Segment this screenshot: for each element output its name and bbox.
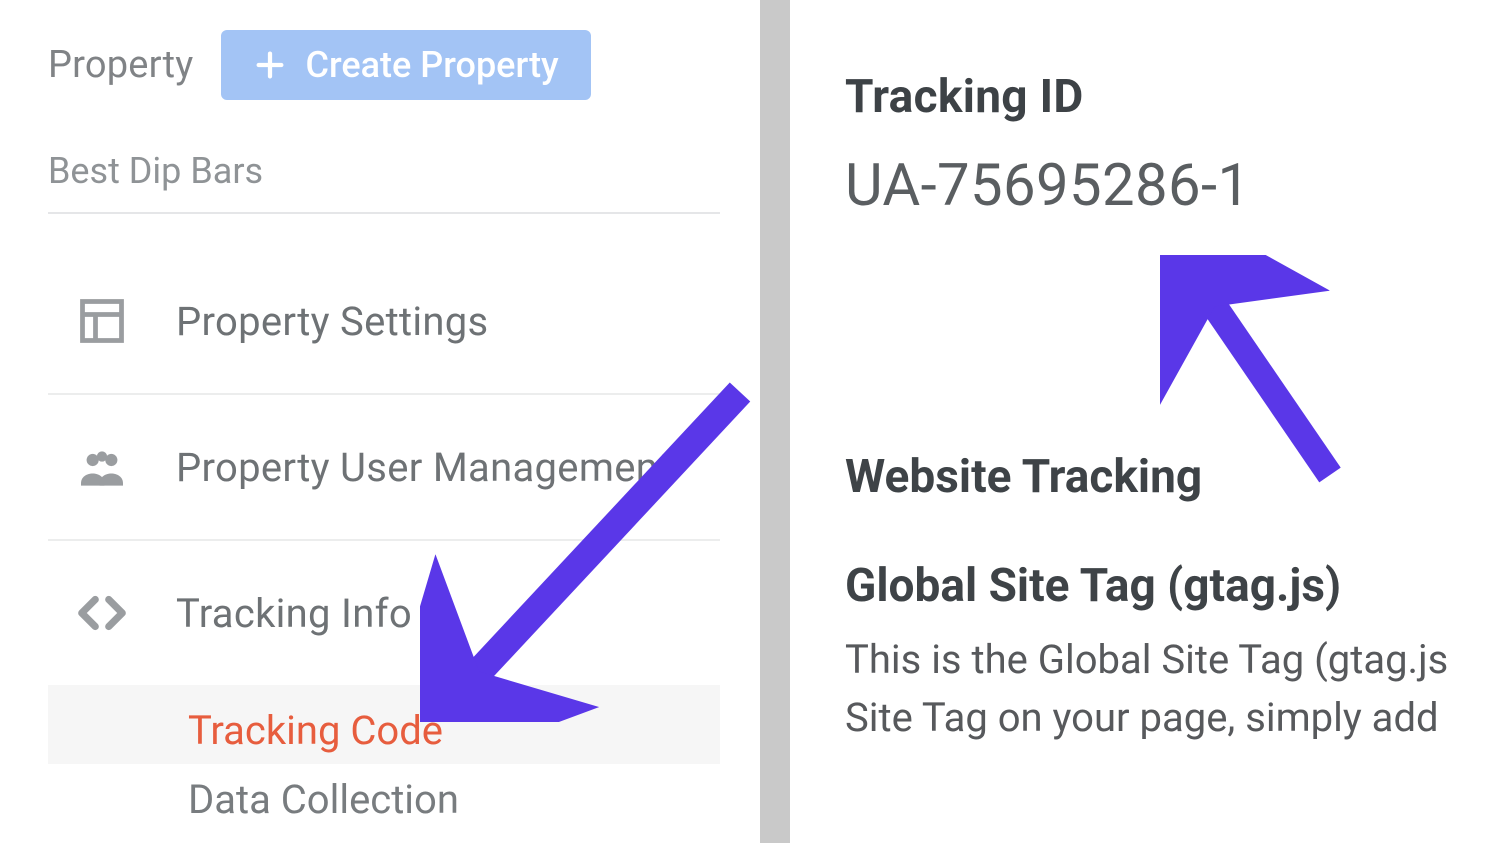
submenu-item-tracking-code[interactable]: Tracking Code: [48, 685, 720, 764]
menu-item-label: Tracking Info: [176, 590, 412, 637]
people-icon: [72, 437, 132, 497]
main-content: Tracking ID UA-75695286-1 Website Tracki…: [790, 0, 1500, 843]
property-column: Property Create Property Best Dip Bars P…: [0, 0, 760, 843]
submenu-item-label: Tracking Code: [188, 707, 443, 754]
tracking-info-submenu: Tracking Code Data Collection: [48, 685, 720, 825]
menu-item-property-settings[interactable]: Property Settings: [48, 249, 720, 395]
plus-icon: [253, 48, 287, 82]
property-column-label: Property: [48, 43, 193, 87]
create-property-button[interactable]: Create Property: [221, 30, 590, 100]
property-header-row: Property Create Property: [48, 30, 720, 100]
menu-item-label: Property Settings: [176, 298, 489, 345]
submenu-item-data-collection[interactable]: Data Collection: [188, 764, 720, 825]
menu-item-label: Property User Management: [176, 444, 671, 491]
gtag-desc-line: This is the Global Site Tag (gtag.js: [845, 631, 1500, 689]
create-property-label: Create Property: [305, 44, 558, 86]
menu-item-tracking-info[interactable]: Tracking Info: [48, 541, 720, 685]
property-name: Best Dip Bars: [48, 150, 720, 214]
tracking-id-value: UA-75695286-1: [845, 152, 1500, 220]
column-divider: [760, 0, 790, 843]
submenu-item-label: Data Collection: [188, 776, 459, 823]
gtag-heading: Global Site Tag (gtag.js): [845, 559, 1500, 613]
menu-item-user-management[interactable]: Property User Management: [48, 395, 720, 541]
code-icon: [72, 583, 132, 643]
tracking-id-heading: Tracking ID: [845, 70, 1500, 124]
gtag-desc-line: Site Tag on your page, simply add: [845, 689, 1500, 747]
layout-icon: [72, 291, 132, 351]
website-tracking-heading: Website Tracking: [845, 450, 1500, 504]
gtag-description: This is the Global Site Tag (gtag.js Sit…: [845, 631, 1500, 747]
property-menu: Property Settings Property User Manageme…: [48, 249, 720, 825]
